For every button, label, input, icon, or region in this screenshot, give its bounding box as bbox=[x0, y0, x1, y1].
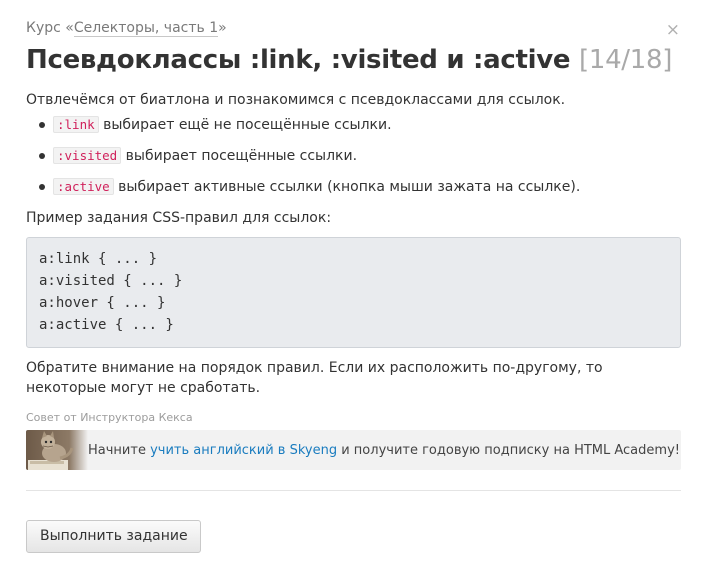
course-breadcrumb: Курс «Селекторы, часть 1» bbox=[26, 18, 681, 38]
list-item-text: выбирает активные ссылки (кнопка мыши за… bbox=[113, 179, 581, 195]
list-item: :link выбирает ещё не посещённые ссылки. bbox=[39, 115, 681, 135]
course-link[interactable]: Селекторы, часть 1 bbox=[73, 20, 219, 37]
intro-text: Отвлечёмся от биатлона и познакомимся с … bbox=[26, 92, 566, 108]
code-line: a:hover { ... } bbox=[39, 295, 166, 311]
code-line: a:visited { ... } bbox=[39, 273, 183, 289]
list-item-text: выбирает ещё не посещённые ссылки. bbox=[98, 117, 392, 133]
tip-caption: Совет от Инструктора Кекса bbox=[26, 411, 193, 424]
code-line: a:active { ... } bbox=[39, 317, 174, 333]
skyeng-link[interactable]: учить английский в Skyeng bbox=[150, 443, 337, 458]
inline-code: :link bbox=[53, 116, 99, 133]
tip-text-before: Начните bbox=[88, 442, 151, 458]
divider bbox=[26, 490, 681, 491]
tip-text: Начните учить английский в Skyeng и полу… bbox=[88, 443, 680, 458]
bullet bbox=[39, 122, 45, 128]
example-label: Пример задания CSS-правил для ссылок: bbox=[26, 210, 332, 226]
inline-code: :active bbox=[53, 178, 114, 195]
close-icon[interactable]: × bbox=[666, 22, 680, 39]
list-item-text: выбирает посещённые ссылки. bbox=[121, 148, 358, 164]
code-line: a:link { ... } bbox=[39, 251, 158, 267]
list-item: :active выбирает активные ссылки (кнопка… bbox=[39, 177, 681, 197]
course-suffix: » bbox=[218, 20, 227, 36]
order-note: Обратите внимание на порядок правил. Есл… bbox=[26, 360, 603, 396]
code-example: a:link { ... } a:visited { ... } a:hover… bbox=[26, 237, 681, 348]
inline-code: :visited bbox=[53, 147, 122, 164]
pseudoclass-list: :link выбирает ещё не посещённые ссылки.… bbox=[26, 115, 681, 197]
tip-banner: Начните учить английский в Skyeng и полу… bbox=[26, 430, 681, 470]
title-text: Псевдоклассы :link, :visited и :active bbox=[26, 45, 571, 75]
cat-instructor-icon bbox=[26, 430, 88, 470]
step-counter: [14/18] bbox=[578, 45, 673, 75]
bullet bbox=[39, 184, 45, 190]
list-item: :visited выбирает посещённые ссылки. bbox=[39, 146, 681, 166]
page-title: Псевдоклассы :link, :visited и :active [… bbox=[26, 43, 681, 77]
course-prefix: Курс « bbox=[26, 20, 74, 36]
tip-text-after: и получите годовую подписку на HTML Acad… bbox=[337, 442, 680, 458]
submit-task-button[interactable]: Выполнить задание bbox=[26, 520, 201, 553]
theory-panel: × Курс «Селекторы, часть 1» Псевдоклассы… bbox=[0, 0, 710, 570]
bullet bbox=[39, 153, 45, 159]
